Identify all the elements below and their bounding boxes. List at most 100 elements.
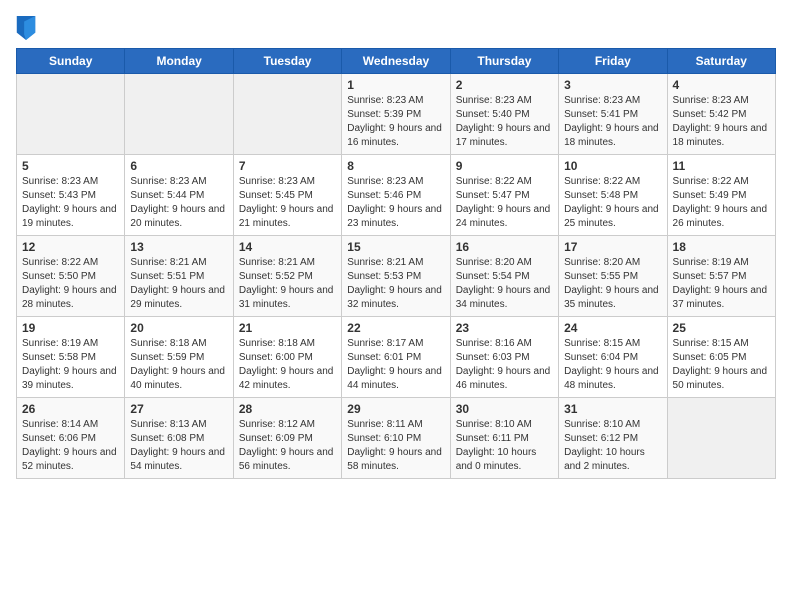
day-info: Sunrise: 8:23 AM Sunset: 5:41 PM Dayligh… xyxy=(564,94,661,150)
week-row-5: 26 Sunrise: 8:14 AM Sunset: 6:06 PM Dayli… xyxy=(17,398,776,479)
day-info: Sunrise: 8:19 AM Sunset: 5:58 PM Dayligh… xyxy=(22,337,119,393)
day-number: 24 xyxy=(564,321,661,335)
day-info: Sunrise: 8:10 AM Sunset: 6:11 PM Dayligh… xyxy=(456,418,553,474)
empty-cell xyxy=(233,74,341,155)
day-number: 27 xyxy=(130,402,227,416)
empty-cell xyxy=(125,74,233,155)
day-cell-22: 22 Sunrise: 8:17 AM Sunset: 6:01 PM Dayli… xyxy=(342,317,450,398)
day-info: Sunrise: 8:10 AM Sunset: 6:12 PM Dayligh… xyxy=(564,418,661,474)
day-number: 10 xyxy=(564,159,661,173)
empty-cell xyxy=(667,398,775,479)
day-cell-23: 23 Sunrise: 8:16 AM Sunset: 6:03 PM Dayli… xyxy=(450,317,558,398)
day-number: 1 xyxy=(347,78,444,92)
day-cell-6: 6 Sunrise: 8:23 AM Sunset: 5:44 PM Daylig… xyxy=(125,155,233,236)
day-info: Sunrise: 8:23 AM Sunset: 5:40 PM Dayligh… xyxy=(456,94,553,150)
day-number: 11 xyxy=(673,159,770,173)
day-info: Sunrise: 8:22 AM Sunset: 5:49 PM Dayligh… xyxy=(673,175,770,231)
day-info: Sunrise: 8:14 AM Sunset: 6:06 PM Dayligh… xyxy=(22,418,119,474)
day-cell-1: 1 Sunrise: 8:23 AM Sunset: 5:39 PM Daylig… xyxy=(342,74,450,155)
day-cell-31: 31Sunrise: 8:10 AM Sunset: 6:12 PM Dayli… xyxy=(559,398,667,479)
week-row-3: 12 Sunrise: 8:22 AM Sunset: 5:50 PM Dayli… xyxy=(17,236,776,317)
page-header xyxy=(16,16,776,40)
day-cell-8: 8Sunrise: 8:23 AM Sunset: 5:46 PM Daylig… xyxy=(342,155,450,236)
day-info: Sunrise: 8:20 AM Sunset: 5:55 PM Dayligh… xyxy=(564,256,661,312)
days-header-row: SundayMondayTuesdayWednesdayThursdayFrid… xyxy=(17,49,776,74)
day-header-saturday: Saturday xyxy=(667,49,775,74)
day-info: Sunrise: 8:23 AM Sunset: 5:39 PM Dayligh… xyxy=(347,94,444,150)
day-info: Sunrise: 8:23 AM Sunset: 5:42 PM Dayligh… xyxy=(673,94,770,150)
day-cell-27: 27 Sunrise: 8:13 AM Sunset: 6:08 PM Dayli… xyxy=(125,398,233,479)
day-cell-28: 28 Sunrise: 8:12 AM Sunset: 6:09 PM Dayli… xyxy=(233,398,341,479)
day-cell-25: 25 Sunrise: 8:15 AM Sunset: 6:05 PM Dayli… xyxy=(667,317,775,398)
day-number: 15 xyxy=(347,240,444,254)
day-number: 7 xyxy=(239,159,336,173)
day-info: Sunrise: 8:12 AM Sunset: 6:09 PM Dayligh… xyxy=(239,418,336,474)
day-info: Sunrise: 8:21 AM Sunset: 5:51 PM Dayligh… xyxy=(130,256,227,312)
day-cell-5: 5 Sunrise: 8:23 AM Sunset: 5:43 PM Daylig… xyxy=(17,155,125,236)
day-info: Sunrise: 8:22 AM Sunset: 5:48 PM Dayligh… xyxy=(564,175,661,231)
day-cell-21: 21Sunrise: 8:18 AM Sunset: 6:00 PM Dayli… xyxy=(233,317,341,398)
day-number: 25 xyxy=(673,321,770,335)
day-number: 6 xyxy=(130,159,227,173)
day-cell-13: 13 Sunrise: 8:21 AM Sunset: 5:51 PM Dayli… xyxy=(125,236,233,317)
day-cell-16: 16 Sunrise: 8:20 AM Sunset: 5:54 PM Dayli… xyxy=(450,236,558,317)
day-number: 22 xyxy=(347,321,444,335)
day-header-wednesday: Wednesday xyxy=(342,49,450,74)
day-number: 3 xyxy=(564,78,661,92)
day-number: 18 xyxy=(673,240,770,254)
day-number: 23 xyxy=(456,321,553,335)
day-info: Sunrise: 8:17 AM Sunset: 6:01 PM Dayligh… xyxy=(347,337,444,393)
day-info: Sunrise: 8:19 AM Sunset: 5:57 PM Dayligh… xyxy=(673,256,770,312)
day-info: Sunrise: 8:22 AM Sunset: 5:50 PM Dayligh… xyxy=(22,256,119,312)
logo xyxy=(16,16,40,40)
day-info: Sunrise: 8:15 AM Sunset: 6:05 PM Dayligh… xyxy=(673,337,770,393)
day-info: Sunrise: 8:21 AM Sunset: 5:53 PM Dayligh… xyxy=(347,256,444,312)
day-info: Sunrise: 8:15 AM Sunset: 6:04 PM Dayligh… xyxy=(564,337,661,393)
day-header-tuesday: Tuesday xyxy=(233,49,341,74)
day-cell-15: 15 Sunrise: 8:21 AM Sunset: 5:53 PM Dayli… xyxy=(342,236,450,317)
day-number: 28 xyxy=(239,402,336,416)
day-number: 8 xyxy=(347,159,444,173)
day-cell-26: 26 Sunrise: 8:14 AM Sunset: 6:06 PM Dayli… xyxy=(17,398,125,479)
day-info: Sunrise: 8:23 AM Sunset: 5:44 PM Dayligh… xyxy=(130,175,227,231)
day-number: 17 xyxy=(564,240,661,254)
empty-cell xyxy=(17,74,125,155)
day-cell-24: 24 Sunrise: 8:15 AM Sunset: 6:04 PM Dayli… xyxy=(559,317,667,398)
day-number: 4 xyxy=(673,78,770,92)
day-number: 16 xyxy=(456,240,553,254)
day-cell-30: 30 Sunrise: 8:10 AM Sunset: 6:11 PM Dayli… xyxy=(450,398,558,479)
day-info: Sunrise: 8:13 AM Sunset: 6:08 PM Dayligh… xyxy=(130,418,227,474)
day-info: Sunrise: 8:20 AM Sunset: 5:54 PM Dayligh… xyxy=(456,256,553,312)
day-cell-12: 12 Sunrise: 8:22 AM Sunset: 5:50 PM Dayli… xyxy=(17,236,125,317)
day-number: 12 xyxy=(22,240,119,254)
day-cell-7: 7Sunrise: 8:23 AM Sunset: 5:45 PM Daylig… xyxy=(233,155,341,236)
day-number: 9 xyxy=(456,159,553,173)
day-info: Sunrise: 8:16 AM Sunset: 6:03 PM Dayligh… xyxy=(456,337,553,393)
day-cell-29: 29Sunrise: 8:11 AM Sunset: 6:10 PM Dayli… xyxy=(342,398,450,479)
day-number: 13 xyxy=(130,240,227,254)
day-number: 5 xyxy=(22,159,119,173)
day-info: Sunrise: 8:21 AM Sunset: 5:52 PM Dayligh… xyxy=(239,256,336,312)
day-number: 19 xyxy=(22,321,119,335)
day-header-thursday: Thursday xyxy=(450,49,558,74)
day-cell-17: 17 Sunrise: 8:20 AM Sunset: 5:55 PM Dayli… xyxy=(559,236,667,317)
day-number: 26 xyxy=(22,402,119,416)
day-cell-18: 18 Sunrise: 8:19 AM Sunset: 5:57 PM Dayli… xyxy=(667,236,775,317)
day-cell-20: 20 Sunrise: 8:18 AM Sunset: 5:59 PM Dayli… xyxy=(125,317,233,398)
day-number: 21 xyxy=(239,321,336,335)
day-info: Sunrise: 8:23 AM Sunset: 5:43 PM Dayligh… xyxy=(22,175,119,231)
day-info: Sunrise: 8:18 AM Sunset: 5:59 PM Dayligh… xyxy=(130,337,227,393)
day-info: Sunrise: 8:22 AM Sunset: 5:47 PM Dayligh… xyxy=(456,175,553,231)
week-row-4: 19 Sunrise: 8:19 AM Sunset: 5:58 PM Dayli… xyxy=(17,317,776,398)
day-cell-9: 9 Sunrise: 8:22 AM Sunset: 5:47 PM Daylig… xyxy=(450,155,558,236)
day-info: Sunrise: 8:11 AM Sunset: 6:10 PM Dayligh… xyxy=(347,418,444,474)
day-cell-11: 11 Sunrise: 8:22 AM Sunset: 5:49 PM Dayli… xyxy=(667,155,775,236)
week-row-1: 1 Sunrise: 8:23 AM Sunset: 5:39 PM Daylig… xyxy=(17,74,776,155)
calendar-table: SundayMondayTuesdayWednesdayThursdayFrid… xyxy=(16,48,776,479)
day-header-sunday: Sunday xyxy=(17,49,125,74)
day-number: 20 xyxy=(130,321,227,335)
day-cell-4: 4 Sunrise: 8:23 AM Sunset: 5:42 PM Daylig… xyxy=(667,74,775,155)
day-cell-14: 14Sunrise: 8:21 AM Sunset: 5:52 PM Dayli… xyxy=(233,236,341,317)
day-number: 30 xyxy=(456,402,553,416)
day-number: 2 xyxy=(456,78,553,92)
